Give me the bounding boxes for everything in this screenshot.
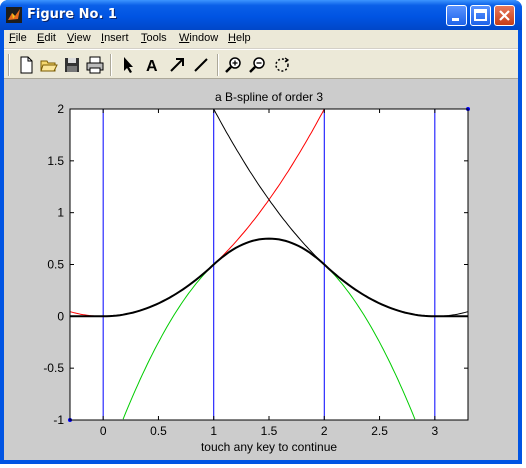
figure-window: Figure No. 1 File Edit View Insert Tools… [0, 0, 522, 464]
menu-window[interactable]: Window [179, 32, 218, 44]
x-tick-label: 0 [100, 424, 107, 438]
y-tick-label: 2 [57, 102, 64, 116]
zoom-in-icon[interactable] [224, 55, 244, 75]
x-tick-label: 2 [321, 424, 328, 438]
y-tick-label: 0 [57, 309, 64, 323]
print-icon[interactable] [85, 55, 105, 75]
maximize-button[interactable] [470, 5, 491, 26]
window-title: Figure No. 1 [27, 7, 117, 22]
window-client-area: File Edit View Insert Tools Window Help [4, 30, 518, 460]
toolbar-grip [8, 54, 10, 76]
new-file-icon[interactable] [16, 55, 36, 75]
y-tick-label: 1 [57, 206, 64, 220]
y-tick-label: -1 [53, 413, 64, 427]
x-tick-label: 1.5 [261, 424, 278, 438]
toolbar: A [4, 49, 518, 79]
menu-tools[interactable]: Tools [141, 32, 167, 44]
figure-canvas: a B-spline of order 3 touch any key to c… [4, 79, 518, 460]
x-tick-label: 1 [210, 424, 217, 438]
close-icon [499, 10, 510, 21]
menu-insert[interactable]: Insert [101, 32, 129, 44]
insert-text-icon[interactable]: A [142, 55, 162, 75]
y-tick-label: 0.5 [47, 258, 64, 272]
menu-edit[interactable]: Edit [37, 32, 56, 44]
menu-bar: File Edit View Insert Tools Window Help [4, 30, 518, 48]
plot-svg: a B-spline of order 3 touch any key to c… [43, 90, 470, 454]
minimize-icon [452, 18, 459, 21]
toolbar-separator [110, 54, 112, 76]
open-folder-icon[interactable] [39, 55, 59, 75]
toolbar-separator [217, 54, 219, 76]
rotate-3d-icon[interactable] [272, 55, 292, 75]
menu-help[interactable]: Help [228, 32, 251, 44]
close-button[interactable] [494, 5, 515, 26]
x-axis-label: touch any key to continue [201, 440, 337, 454]
x-tick-label: 3 [431, 424, 438, 438]
insert-arrow-icon[interactable] [167, 55, 187, 75]
select-arrow-icon[interactable] [119, 55, 139, 75]
insert-line-icon[interactable] [191, 55, 211, 75]
insert-text-glyph: A [146, 58, 158, 75]
axes-background [70, 109, 468, 420]
chart-title: a B-spline of order 3 [215, 90, 323, 104]
menu-file[interactable]: File [9, 32, 27, 44]
matlab-logo-icon [6, 7, 22, 23]
zoom-out-icon[interactable] [248, 55, 268, 75]
minimize-button[interactable] [446, 5, 467, 26]
maximize-icon [474, 9, 487, 21]
x-tick-label: 2.5 [371, 424, 388, 438]
save-icon[interactable] [62, 55, 82, 75]
y-tick-label: -0.5 [43, 361, 64, 375]
y-tick-label: 1.5 [47, 154, 64, 168]
menu-view[interactable]: View [67, 32, 91, 44]
title-bar[interactable]: Figure No. 1 [0, 0, 522, 30]
x-tick-label: 0.5 [150, 424, 167, 438]
